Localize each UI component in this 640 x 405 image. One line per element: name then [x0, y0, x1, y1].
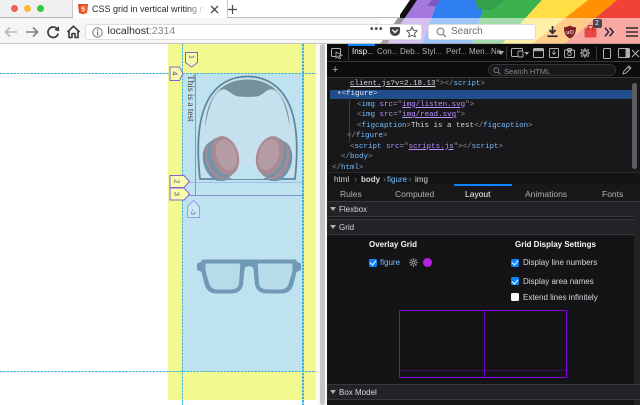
svg-text:1: 1	[188, 55, 195, 59]
svg-text:5: 5	[81, 7, 85, 14]
svg-text:2: 2	[173, 180, 180, 184]
svg-text:uO: uO	[566, 30, 574, 36]
svg-text:3: 3	[173, 192, 180, 196]
svg-text:4: 4	[171, 72, 178, 76]
svg-text:-3: -3	[189, 209, 196, 215]
